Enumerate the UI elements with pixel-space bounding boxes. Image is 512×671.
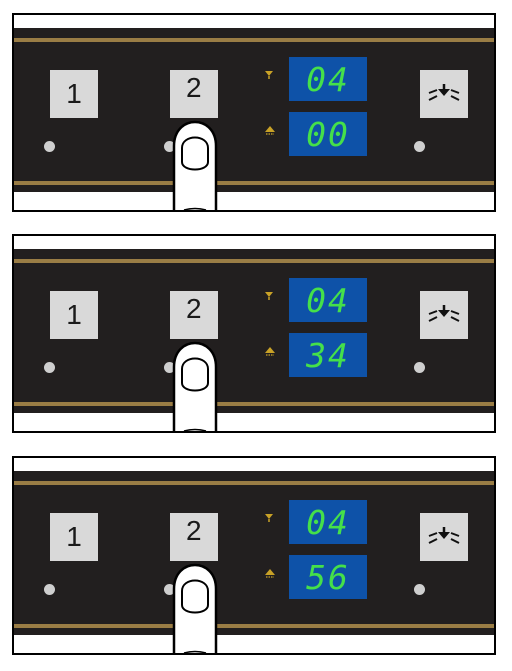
panel-bottom-trim — [14, 181, 494, 185]
display-top: 04 — [289, 278, 367, 322]
button-2-label: 2 — [186, 72, 202, 103]
water-drop-down-icon — [265, 292, 273, 300]
display-bottom: 56 — [289, 555, 367, 599]
display-top-value: 04 — [306, 280, 350, 320]
button-2-label: 2 — [186, 515, 202, 546]
control-panel: 1 2 04 34 — [14, 249, 494, 431]
step-2-frame: 1 2 04 34 — [12, 234, 496, 433]
display-bottom-value: 34 — [306, 335, 350, 375]
display-top: 04 — [289, 500, 367, 544]
control-panel: 1 2 04 56 — [14, 471, 494, 653]
finger-pressing-icon — [172, 120, 218, 210]
water-drop-down-icon — [265, 514, 273, 522]
button-1-led — [44, 584, 55, 595]
display-bottom-value: 00 — [306, 114, 350, 154]
finger-pressing-icon — [172, 563, 218, 653]
step-1-frame: 1 2 04 00 — [12, 13, 496, 212]
descale-button[interactable] — [420, 291, 468, 339]
descale-icon — [428, 527, 460, 544]
descale-icon — [428, 305, 460, 322]
display-bottom: 00 — [289, 112, 367, 156]
button-1-led — [44, 362, 55, 373]
button-1-label: 1 — [66, 78, 82, 109]
descale-led — [414, 584, 425, 595]
button-1[interactable]: 1 — [50, 513, 98, 561]
finger-pressing-icon — [172, 341, 218, 431]
panel-top-trim — [14, 259, 494, 263]
panel-top-trim — [14, 38, 494, 42]
spray-up-icon — [265, 569, 275, 578]
descale-button[interactable] — [420, 513, 468, 561]
button-1-led — [44, 141, 55, 152]
step-3-frame: 1 2 04 56 — [12, 456, 496, 655]
panel-bottom-trim — [14, 402, 494, 406]
panel-top-trim — [14, 481, 494, 485]
spray-up-icon — [265, 126, 275, 135]
descale-led — [414, 362, 425, 373]
descale-icon — [428, 84, 460, 101]
panel-bottom-trim — [14, 624, 494, 628]
display-top-value: 04 — [306, 59, 350, 99]
descale-led — [414, 141, 425, 152]
button-1-label: 1 — [66, 521, 82, 552]
display-bottom-value: 56 — [306, 557, 350, 597]
water-drop-down-icon — [265, 71, 273, 79]
descale-button[interactable] — [420, 70, 468, 118]
display-bottom: 34 — [289, 333, 367, 377]
display-top: 04 — [289, 57, 367, 101]
button-2-label: 2 — [186, 293, 202, 324]
button-1-label: 1 — [66, 299, 82, 330]
control-panel: 1 2 04 00 — [14, 28, 494, 210]
button-1[interactable]: 1 — [50, 291, 98, 339]
display-top-value: 04 — [306, 502, 350, 542]
button-1[interactable]: 1 — [50, 70, 98, 118]
spray-up-icon — [265, 347, 275, 356]
